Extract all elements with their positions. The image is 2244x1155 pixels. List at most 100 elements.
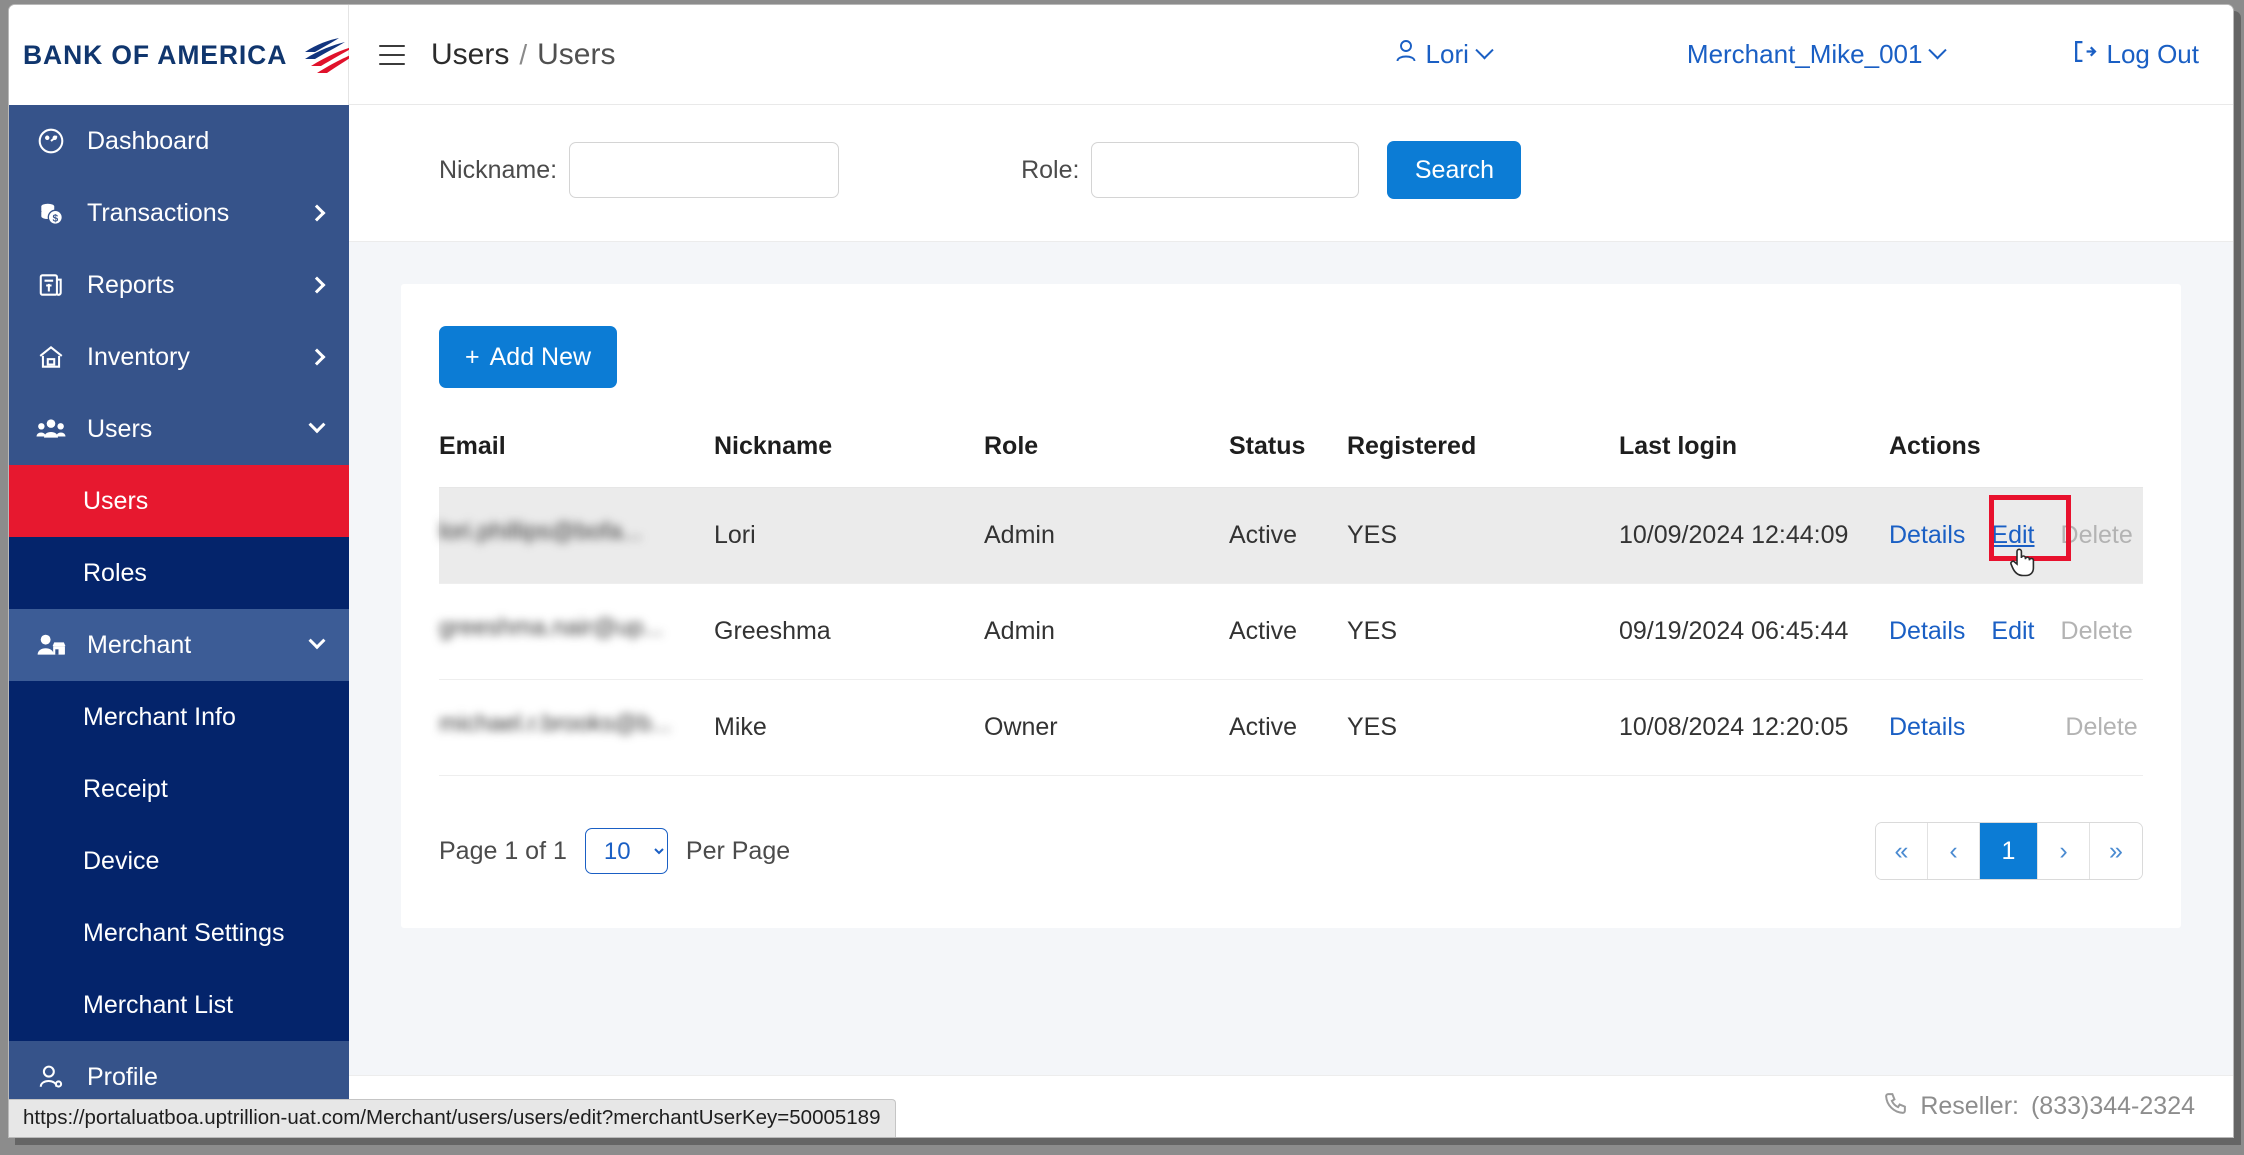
cell-last-login: 10/09/2024 12:44:09 — [1619, 487, 1889, 584]
cell-role: Owner — [984, 679, 1229, 776]
nickname-label: Nickname: — [439, 155, 558, 184]
table-row[interactable]: greeshma.nair@up... Greeshma Admin Activ… — [439, 583, 2143, 680]
pagination-last-button[interactable]: » — [2090, 823, 2142, 879]
svg-text:$: $ — [52, 214, 58, 225]
sidebar-item-reports[interactable]: Reports — [9, 249, 349, 321]
delete-link-disabled: Delete — [2060, 521, 2133, 549]
table-row[interactable]: lori.phillips@bofa... Lori Admin Active … — [439, 487, 2143, 584]
sidebar-subitem-label: Receipt — [83, 774, 168, 803]
logout-label: Log Out — [2106, 39, 2199, 69]
sidebar-item-merchant[interactable]: Merchant — [9, 609, 349, 681]
browser-window: BANK OF AMERICA Users / Users Lori Merch… — [8, 4, 2234, 1138]
search-filter-bar: Nickname: Role: Search — [349, 105, 2233, 242]
sidebar-subitem-label: Users — [83, 486, 149, 515]
users-table: Email Nickname Role Status Registered La… — [439, 432, 2143, 776]
sidebar-item-label: Reports — [87, 270, 175, 299]
sidebar-subitem-merchant-settings[interactable]: Merchant Settings — [9, 897, 349, 969]
column-header-last-login: Last login — [1619, 432, 1889, 488]
pagination-next-button[interactable]: › — [2038, 823, 2090, 879]
chevron-right-icon — [308, 348, 326, 366]
details-link[interactable]: Details — [1889, 617, 1965, 646]
table-row[interactable]: michael.r.brooks@b... Mike Owner Active … — [439, 679, 2143, 776]
sidebar: Dashboard $ Transactions Reports Invento… — [9, 105, 349, 1137]
sidebar-item-label: Transactions — [87, 198, 230, 227]
cell-registered: YES — [1347, 583, 1619, 680]
cell-nickname: Lori — [714, 487, 984, 584]
sidebar-subitem-users[interactable]: Users — [9, 465, 349, 537]
chevron-down-icon — [308, 416, 326, 434]
dashboard-gauge-icon — [31, 127, 71, 155]
cell-nickname: Greeshma — [714, 583, 984, 680]
chevron-down-icon — [1928, 41, 1948, 60]
role-label: Role: — [1021, 155, 1080, 184]
sidebar-subitem-device[interactable]: Device — [9, 825, 349, 897]
per-page-select[interactable]: 10 20 50 100 — [584, 828, 668, 874]
phone-icon — [1883, 1091, 1908, 1123]
hamburger-menu-icon[interactable] — [379, 44, 405, 65]
brand-logo[interactable]: BANK OF AMERICA — [9, 5, 360, 105]
merchant-selector[interactable]: Merchant_Mike_001 — [1686, 39, 1948, 70]
reseller-label: Reseller: — [1920, 1092, 2019, 1120]
pagination-controls: « ‹ 1 › » — [1875, 822, 2143, 880]
report-document-icon — [31, 271, 71, 299]
breadcrumb-parent[interactable]: Users — [431, 38, 509, 72]
top-bar: Users / Users Lori Merchant_Mike_001 Log… — [349, 5, 2233, 105]
plus-icon: + — [465, 342, 480, 371]
sidebar-item-label: Merchant — [87, 630, 192, 659]
cell-status: Active — [1229, 487, 1347, 584]
cell-email: lori.phillips@bofa... — [439, 487, 714, 584]
search-button[interactable]: Search — [1387, 141, 1522, 199]
cell-last-login: 10/08/2024 12:20:05 — [1619, 679, 1889, 776]
cell-email: michael.r.brooks@b... — [439, 679, 714, 776]
sidebar-subitem-label: Merchant Settings — [83, 918, 285, 947]
profile-person-icon — [31, 1063, 71, 1091]
sidebar-subitem-label: Device — [83, 846, 160, 875]
sidebar-item-transactions[interactable]: $ Transactions — [9, 177, 349, 249]
breadcrumb-current: Users — [537, 37, 616, 71]
pagination-prev-button[interactable]: ‹ — [1928, 823, 1980, 879]
details-link[interactable]: Details — [1889, 521, 1965, 550]
column-header-actions: Actions — [1889, 432, 2143, 488]
chevron-down-icon — [1475, 41, 1494, 60]
sidebar-subitem-roles[interactable]: Roles — [9, 537, 349, 609]
sidebar-item-label: Profile — [87, 1062, 158, 1091]
chevron-right-icon — [308, 276, 326, 294]
breadcrumb-separator: / — [519, 38, 528, 70]
role-input[interactable] — [1091, 142, 1360, 198]
cell-role: Admin — [984, 583, 1229, 680]
chevron-down-icon — [308, 632, 326, 650]
redacted-email: lori.phillips@bofa... — [439, 518, 643, 545]
per-page-label: Per Page — [685, 836, 791, 865]
content-panel: + Add New Email Nickname Role Status Reg… — [349, 242, 2233, 1075]
logout-button[interactable]: Log Out — [2072, 39, 2199, 71]
user-menu[interactable]: Lori — [1395, 39, 1494, 70]
top-strip: BANK OF AMERICA Users / Users Lori Merch… — [9, 5, 2233, 105]
merchant-person-shop-icon — [31, 631, 71, 659]
add-new-label: Add New — [489, 342, 592, 371]
merchant-selector-label: Merchant_Mike_001 — [1686, 39, 1923, 69]
column-header-email: Email — [439, 432, 714, 488]
sidebar-item-dashboard[interactable]: Dashboard — [9, 105, 349, 177]
details-link[interactable]: Details — [1889, 713, 1965, 742]
home-box-icon — [31, 343, 71, 371]
sidebar-subitem-merchant-list[interactable]: Merchant List — [9, 969, 349, 1041]
sidebar-item-users[interactable]: Users — [9, 393, 349, 465]
table-header-row: Email Nickname Role Status Registered La… — [439, 432, 2143, 488]
delete-link-disabled: Delete — [2065, 713, 2138, 741]
nickname-input[interactable] — [569, 142, 840, 198]
pagination-first-button[interactable]: « — [1876, 823, 1928, 879]
sidebar-item-inventory[interactable]: Inventory — [9, 321, 349, 393]
pagination-page-1[interactable]: 1 — [1980, 823, 2038, 879]
brand-name: BANK OF AMERICA — [23, 39, 288, 70]
users-group-icon — [31, 415, 71, 443]
edit-link[interactable]: Edit — [1991, 617, 2034, 646]
column-header-registered: Registered — [1347, 432, 1619, 488]
users-card: + Add New Email Nickname Role Status Reg… — [401, 284, 2181, 928]
add-new-button[interactable]: + Add New — [439, 326, 618, 388]
person-icon — [1395, 39, 1417, 70]
cell-actions: Details Edit Delete — [1889, 487, 2143, 584]
sidebar-subitem-receipt[interactable]: Receipt — [9, 753, 349, 825]
cell-status: Active — [1229, 583, 1347, 680]
sidebar-subitem-merchant-info[interactable]: Merchant Info — [9, 681, 349, 753]
cell-actions: Details Edit Delete — [1889, 583, 2143, 680]
